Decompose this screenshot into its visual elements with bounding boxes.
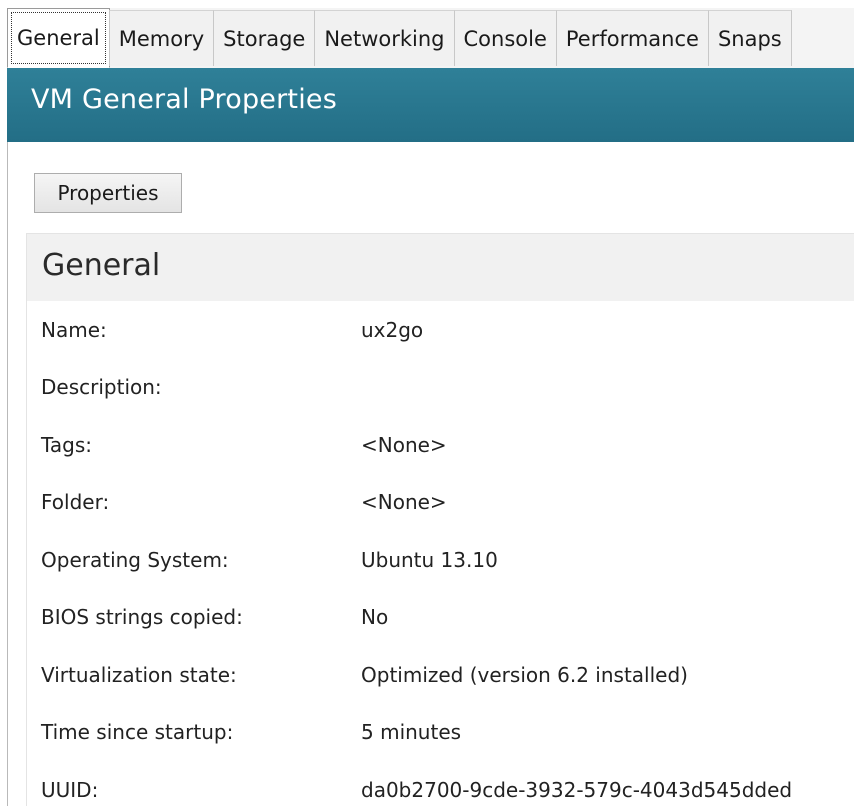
property-row-time-since-startup: Time since startup: 5 minutes <box>27 714 854 754</box>
property-label: UUID: <box>41 778 99 802</box>
property-row-folder: Folder: <None> <box>27 484 854 524</box>
property-row-name: Name: ux2go <box>27 312 854 352</box>
section-header: General <box>27 234 854 301</box>
property-value: <None> <box>361 490 447 514</box>
tab-networking[interactable]: Networking <box>314 10 455 66</box>
property-value: No <box>361 605 389 629</box>
tab-snapshots[interactable]: Snaps <box>707 10 792 66</box>
page-header: VM General Properties <box>7 68 854 142</box>
section-title: General <box>42 248 161 283</box>
general-section: General Name: ux2go Description: Tags: <… <box>26 233 854 806</box>
property-label: Operating System: <box>41 548 229 572</box>
property-value: ux2go <box>361 318 424 342</box>
property-label: Name: <box>41 318 107 342</box>
property-value: da0b2700-9cde-3932-579c-4043d545dded <box>361 778 793 802</box>
tab-strip: General Memory Storage Networking Consol… <box>7 8 854 69</box>
property-value: Optimized (version 6.2 installed) <box>361 663 688 687</box>
property-label: Folder: <box>41 490 110 514</box>
property-row-bios-strings: BIOS strings copied: No <box>27 599 854 639</box>
property-row-tags: Tags: <None> <box>27 427 854 467</box>
property-label: Tags: <box>41 433 93 457</box>
properties-button[interactable]: Properties <box>34 173 182 213</box>
tab-performance[interactable]: Performance <box>555 10 709 66</box>
property-row-description: Description: <box>27 369 854 409</box>
tab-general[interactable]: General <box>7 8 110 68</box>
tab-memory[interactable]: Memory <box>108 10 215 66</box>
property-label: Virtualization state: <box>41 663 237 687</box>
property-value: 5 minutes <box>361 720 462 744</box>
property-row-uuid: UUID: da0b2700-9cde-3932-579c-4043d545dd… <box>27 772 854 806</box>
property-value: Ubuntu 13.10 <box>361 548 498 572</box>
tab-console[interactable]: Console <box>453 10 557 66</box>
property-label: Time since startup: <box>41 720 234 744</box>
vm-properties-window: General Memory Storage Networking Consol… <box>0 0 854 806</box>
property-row-virtualization-state: Virtualization state: Optimized (version… <box>27 657 854 697</box>
tab-storage[interactable]: Storage <box>213 10 316 66</box>
tab-list: General Memory Storage Networking Consol… <box>7 8 792 68</box>
content-panel: Properties General Name: ux2go Descripti… <box>7 142 854 806</box>
page-title: VM General Properties <box>31 84 337 115</box>
property-label: BIOS strings copied: <box>41 605 243 629</box>
property-label: Description: <box>41 375 162 399</box>
property-row-operating-system: Operating System: Ubuntu 13.10 <box>27 542 854 582</box>
property-value: <None> <box>361 433 447 457</box>
